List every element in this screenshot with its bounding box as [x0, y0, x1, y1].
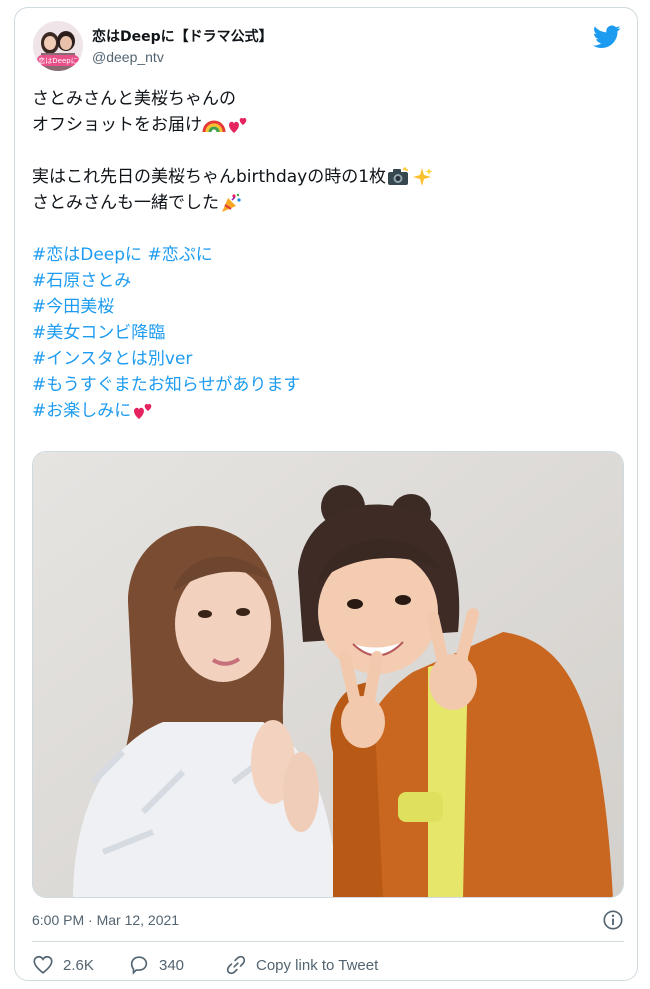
tweet-card: 恋はDeepに 恋はDeepに【ドラマ公式】 @deep_ntv さとみさんと美… [14, 7, 638, 981]
sparkles-emoji-icon [413, 168, 433, 186]
party-popper-emoji-icon [222, 193, 241, 212]
copy-link-label: Copy link to Tweet [256, 956, 379, 974]
two-hearts-emoji-icon [134, 403, 152, 419]
tweet-photo[interactable] [32, 451, 624, 898]
reply-count: 340 [159, 956, 185, 974]
display-name[interactable]: 恋はDeepに【ドラマ公式】 [92, 28, 273, 46]
tweet-line: オフショットをお届け [32, 112, 622, 138]
hashtag-line[interactable]: #恋はDeepに #恋ぷに [32, 242, 622, 268]
reply-button[interactable]: 340 [128, 952, 184, 978]
avatar[interactable]: 恋はDeepに [33, 21, 83, 71]
hashtag-line[interactable]: #石原さとみ [32, 268, 622, 294]
user-handle[interactable]: @deep_ntv [92, 48, 273, 66]
tweet-header: 恋はDeepに 恋はDeepに【ドラマ公式】 @deep_ntv [33, 21, 621, 73]
hashtag-line-with-emoji: #お楽しみに [32, 398, 622, 424]
hashtag-line[interactable]: #インスタとは別ver [32, 346, 622, 372]
hashtag-link[interactable]: #お楽しみに [32, 401, 131, 421]
tweet-body: さとみさんと美桜ちゃんの オフショットをお届け 実はこれ先日の美桜ちゃんbirt… [32, 86, 622, 424]
tweet-line: 実はこれ先日の美桜ちゃんbirthdayの時の1枚 [32, 164, 622, 190]
author-block: 恋はDeepに【ドラマ公式】 @deep_ntv [92, 28, 273, 66]
tweet-line: さとみさんと美桜ちゃんの [32, 89, 236, 109]
hashtag-line[interactable]: #美女コンビ降臨 [32, 320, 622, 346]
divider [32, 941, 624, 942]
reply-bubble-icon [130, 956, 148, 975]
info-icon[interactable] [602, 909, 624, 931]
rainbow-emoji-icon [202, 120, 226, 133]
like-count: 2.6K [63, 956, 94, 974]
heart-icon [33, 955, 53, 974]
timestamp[interactable]: 6:00 PM · Mar 12, 2021 [32, 912, 179, 928]
two-hearts-emoji-icon [229, 117, 247, 133]
link-icon [226, 955, 246, 975]
avatar-logo-text: 恋はDeepに [38, 56, 77, 65]
camera-emoji-icon [388, 166, 409, 185]
hashtag-line[interactable]: #もうすぐまたお知らせがあります [32, 372, 622, 398]
twitter-bird-icon[interactable] [592, 25, 621, 49]
tweet-meta: 6:00 PM · Mar 12, 2021 [32, 909, 624, 933]
copy-link-button[interactable]: Copy link to Tweet [225, 952, 378, 978]
hashtag-line[interactable]: #今田美桜 [32, 294, 622, 320]
tweet-actions: 2.6K 340 Copy link to Tweet [32, 952, 624, 978]
like-button[interactable]: 2.6K [32, 952, 94, 978]
tweet-line: さとみさんも一緒でした [32, 190, 622, 216]
